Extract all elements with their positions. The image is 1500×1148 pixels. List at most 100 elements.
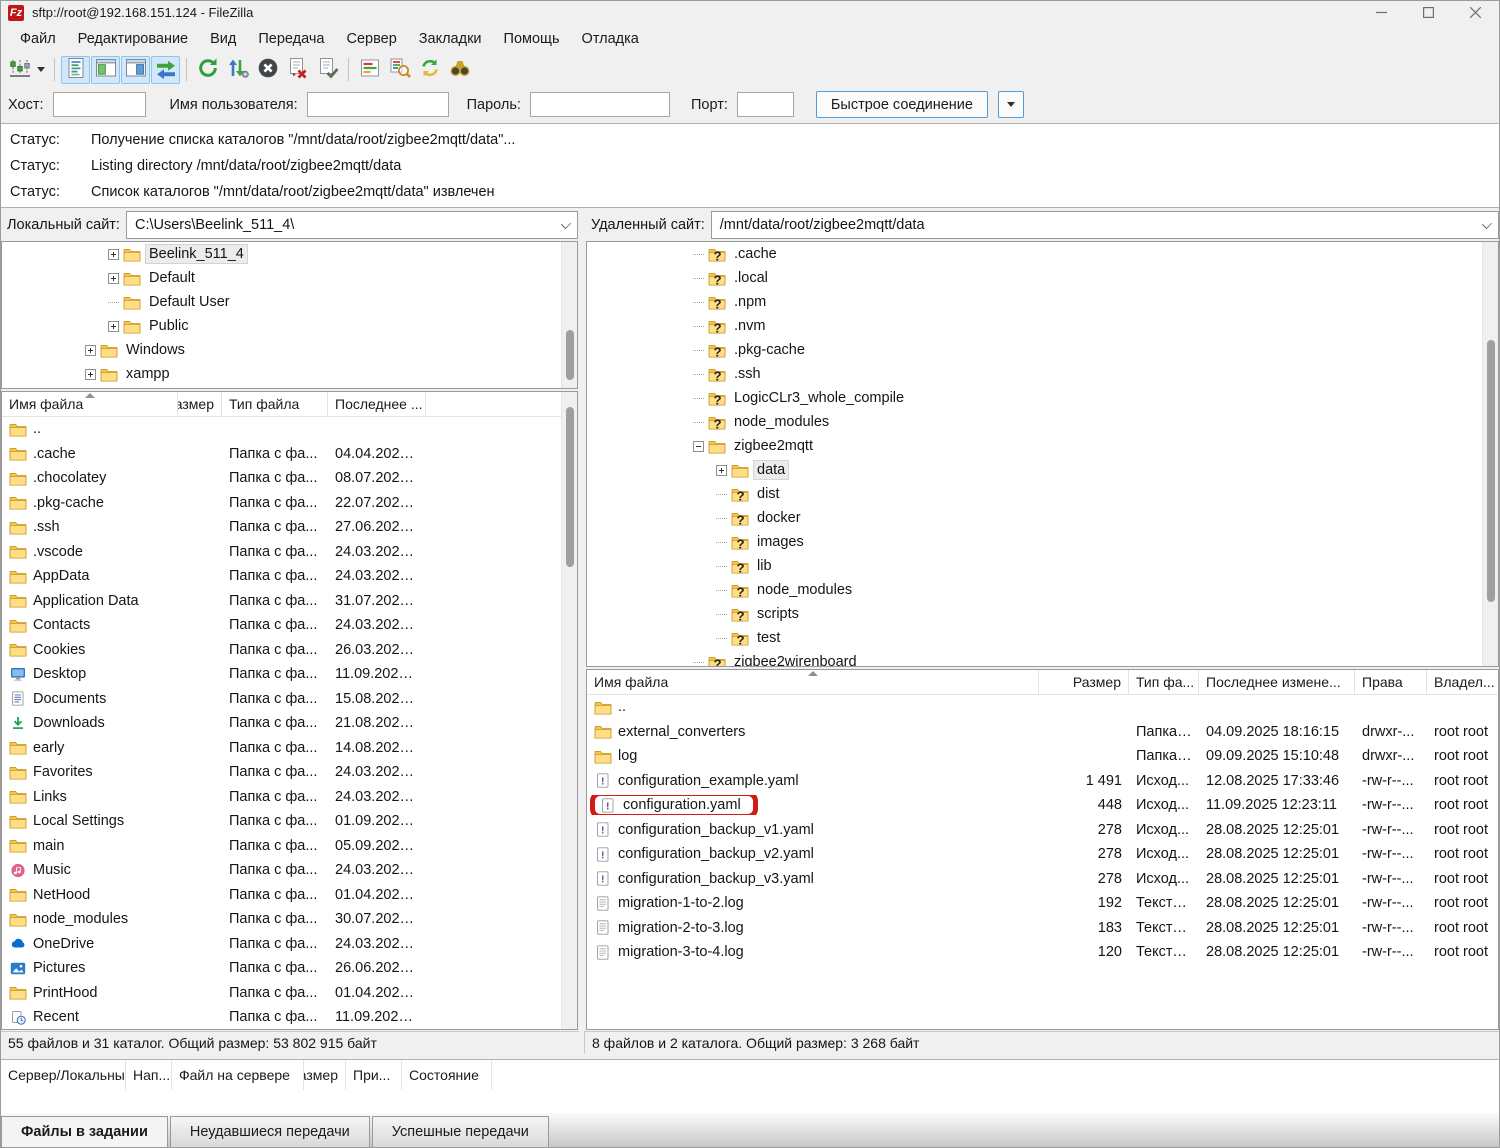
chevron-down-icon[interactable] <box>561 219 571 229</box>
file-row[interactable]: earlyПапка с фа...14.08.2025 ... <box>2 736 577 761</box>
column-header[interactable]: Последнее измене... <box>1199 670 1355 694</box>
file-row[interactable]: !configuration_backup_v1.yaml278Исход...… <box>587 818 1498 843</box>
file-row[interactable]: LinksПапка с фа...24.03.2025 ... <box>2 785 577 810</box>
column-header[interactable]: Размер <box>178 392 222 416</box>
dropdown-arrow-icon[interactable] <box>37 67 45 72</box>
sync-browsing-button[interactable] <box>415 56 444 84</box>
tree-item[interactable]: ?dist <box>587 482 1498 506</box>
port-input[interactable] <box>737 92 794 117</box>
file-row[interactable]: migration-1-to-2.log192Тексто...28.08.20… <box>587 891 1498 916</box>
file-row[interactable]: OneDriveПапка с фа...24.03.2025 ... <box>2 932 577 957</box>
file-row[interactable]: external_convertersПапка ...04.09.2025 1… <box>587 720 1498 745</box>
file-row[interactable]: DownloadsПапка с фа...21.08.2025 ... <box>2 711 577 736</box>
tree-item[interactable]: zigbee2mqtt <box>587 434 1498 458</box>
quickconnect-button[interactable]: Быстрое соединение <box>816 91 988 118</box>
find-files-button[interactable] <box>445 56 474 84</box>
tree-item[interactable]: ?test <box>587 626 1498 650</box>
tree-item[interactable]: ?zigbee2wirenboard <box>587 650 1498 667</box>
file-row[interactable]: .sshПапка с фа...27.06.2025 ... <box>2 515 577 540</box>
file-row[interactable]: .chocolateyПапка с фа...08.07.2025 ... <box>2 466 577 491</box>
expand-plus-icon[interactable] <box>108 249 119 260</box>
tree-item[interactable]: ?LogicCLr3_whole_compile <box>587 386 1498 410</box>
file-row[interactable]: .cacheПапка с фа...04.04.2025 ... <box>2 442 577 467</box>
column-header[interactable]: Имя файла <box>587 670 1039 694</box>
tree-item[interactable]: ?images <box>587 530 1498 554</box>
local-list-scrollbar[interactable] <box>561 392 577 1029</box>
tree-item[interactable]: ?lib <box>587 554 1498 578</box>
menu-item[interactable]: Передача <box>247 27 335 51</box>
tree-item[interactable]: Default User <box>2 290 577 314</box>
column-header[interactable]: Имя файла <box>2 392 178 416</box>
remote-tree-scrollbar[interactable] <box>1482 242 1498 666</box>
file-row[interactable]: migration-3-to-4.log120Тексто...28.08.20… <box>587 940 1498 965</box>
compare-button[interactable] <box>385 56 414 84</box>
menu-item[interactable]: Редактирование <box>67 27 199 51</box>
file-row[interactable]: ContactsПапка с фа...24.03.2025 ... <box>2 613 577 638</box>
file-row[interactable]: !configuration_backup_v3.yaml278Исход...… <box>587 867 1498 892</box>
toggle-remote-tree-button[interactable] <box>121 56 150 84</box>
queue-tab[interactable]: Успешные передачи <box>372 1116 549 1147</box>
toggle-queue-button[interactable] <box>151 56 180 84</box>
filter-button[interactable] <box>355 56 384 84</box>
cancel-button[interactable] <box>253 56 282 84</box>
file-row[interactable]: PicturesПапка с фа...26.06.2025 ... <box>2 956 577 981</box>
tree-item[interactable]: ?node_modules <box>587 578 1498 602</box>
site-manager-button[interactable] <box>5 56 48 84</box>
file-row[interactable]: !configuration_backup_v2.yaml278Исход...… <box>587 842 1498 867</box>
menu-item[interactable]: Файл <box>9 27 67 51</box>
queue-column-header[interactable]: Нап... <box>126 1060 172 1090</box>
tree-item[interactable]: ?.cache <box>587 242 1498 266</box>
menu-item[interactable]: Вид <box>199 27 247 51</box>
column-header[interactable]: Последнее ... <box>328 392 426 416</box>
process-queue-button[interactable] <box>223 56 252 84</box>
expand-plus-icon[interactable] <box>108 321 119 332</box>
tree-item[interactable]: ?.pkg-cache <box>587 338 1498 362</box>
local-path-combobox[interactable]: C:\Users\Beelink_511_4\ <box>126 211 578 239</box>
file-row[interactable]: FavoritesПапка с фа...24.03.2025 ... <box>2 760 577 785</box>
remote-path-combobox[interactable]: /mnt/data/root/zigbee2mqtt/data <box>711 211 1499 239</box>
file-row[interactable]: Local SettingsПапка с фа...01.09.2025 ..… <box>2 809 577 834</box>
column-header[interactable]: Тип фа... <box>1129 670 1199 694</box>
tree-item[interactable]: Default <box>2 266 577 290</box>
queue-column-header[interactable]: Сервер/Локальны... <box>1 1060 126 1090</box>
chevron-down-icon[interactable] <box>1482 219 1492 229</box>
expand-plus-icon[interactable] <box>85 369 96 380</box>
file-row[interactable]: node_modulesПапка с фа...30.07.2025 ... <box>2 907 577 932</box>
file-row[interactable]: migration-2-to-3.log183Тексто...28.08.20… <box>587 916 1498 941</box>
file-row[interactable]: PrintHoodПапка с фа...01.04.2024 ... <box>2 981 577 1006</box>
column-header[interactable]: Размер <box>1039 670 1129 694</box>
file-row[interactable]: mainПапка с фа...05.09.2025 ... <box>2 834 577 859</box>
column-header[interactable]: Владел... <box>1427 670 1499 694</box>
queue-column-header[interactable]: Состояние <box>402 1060 492 1090</box>
disconnect-button[interactable] <box>283 56 312 84</box>
reconnect-button[interactable] <box>313 56 342 84</box>
queue-tab[interactable]: Файлы в задании <box>1 1116 168 1147</box>
tree-item[interactable]: ?.nvm <box>587 314 1498 338</box>
file-row[interactable]: MusicПапка с фа...24.03.2025 ... <box>2 858 577 883</box>
menu-item[interactable]: Сервер <box>335 27 407 51</box>
username-input[interactable] <box>307 92 449 117</box>
file-row[interactable]: .pkg-cacheПапка с фа...22.07.2025 ... <box>2 491 577 516</box>
file-row[interactable]: Application DataПапка с фа...31.07.2025 … <box>2 589 577 614</box>
tree-item[interactable]: ?scripts <box>587 602 1498 626</box>
queue-tab[interactable]: Неудавшиеся передачи <box>170 1116 370 1147</box>
collapse-minus-icon[interactable] <box>693 441 704 452</box>
menu-item[interactable]: Помощь <box>493 27 571 51</box>
tree-item[interactable]: ?node_modules <box>587 410 1498 434</box>
queue-column-header[interactable]: При... <box>346 1060 402 1090</box>
local-tree-scrollbar[interactable] <box>561 242 577 388</box>
tree-item[interactable]: Beelink_511_4 <box>2 242 577 266</box>
menu-item[interactable]: Отладка <box>571 27 650 51</box>
expand-plus-icon[interactable] <box>85 345 96 356</box>
tree-item[interactable]: ?.npm <box>587 290 1498 314</box>
tree-item[interactable]: ?docker <box>587 506 1498 530</box>
file-row[interactable]: .vscodeПапка с фа...24.03.2025 ... <box>2 540 577 565</box>
quickconnect-dropdown-button[interactable] <box>998 91 1024 118</box>
column-header[interactable]: Права <box>1355 670 1427 694</box>
file-row[interactable]: DesktopПапка с фа...11.09.2025 ... <box>2 662 577 687</box>
file-row[interactable]: .. <box>2 417 577 442</box>
tree-item[interactable]: Public <box>2 314 577 338</box>
refresh-button[interactable] <box>193 56 222 84</box>
password-input[interactable] <box>530 92 670 117</box>
file-row[interactable]: logПапка ...09.09.2025 15:10:48drwxr-...… <box>587 744 1498 769</box>
